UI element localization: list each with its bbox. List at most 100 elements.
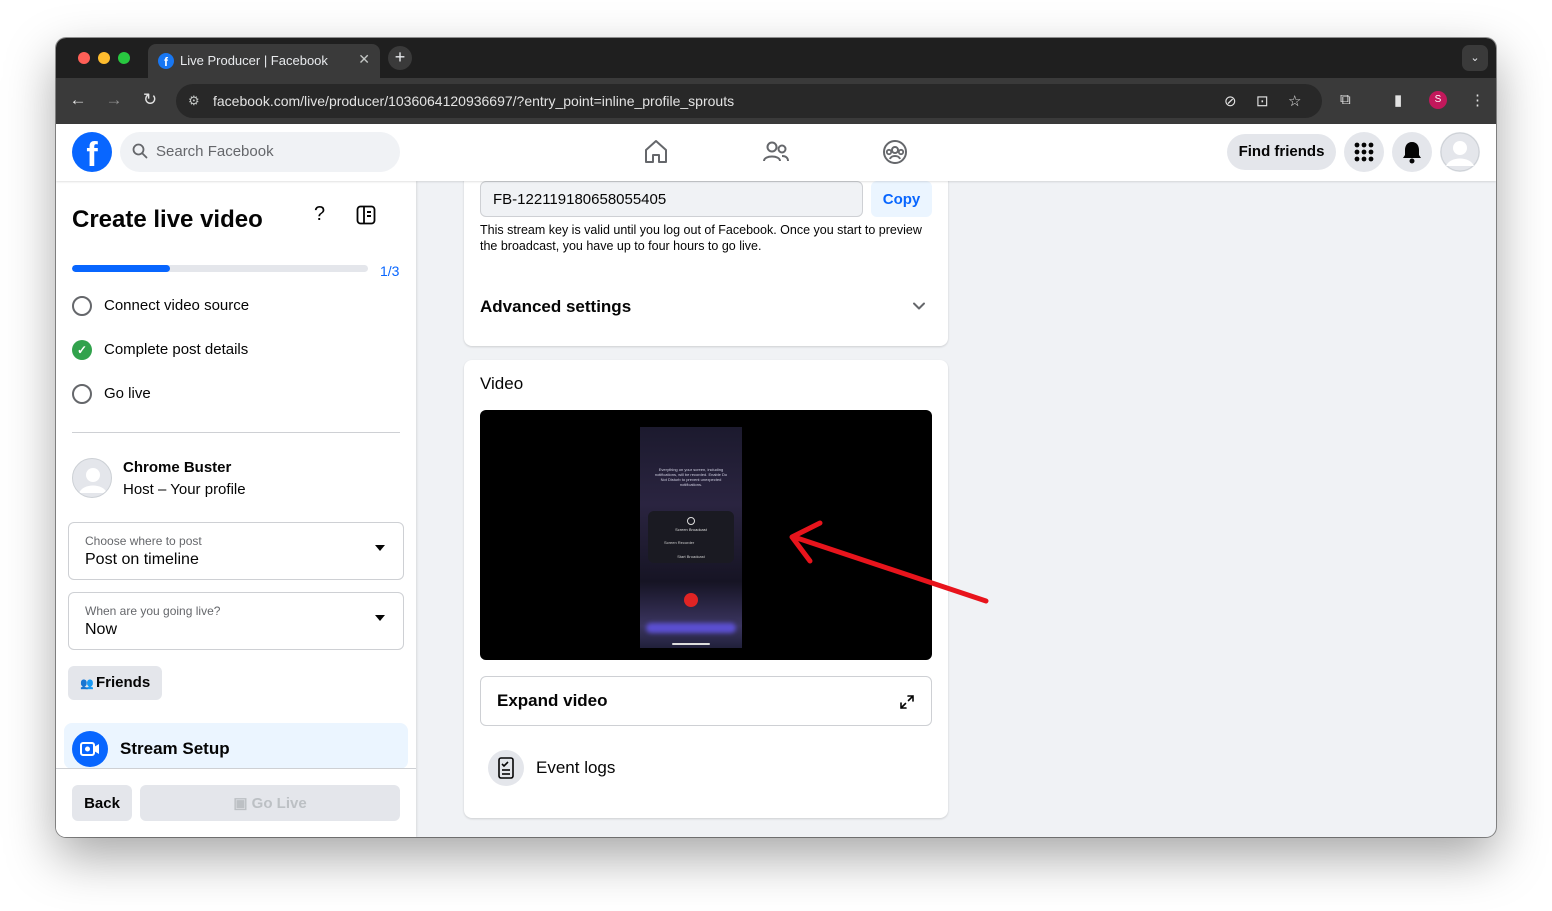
friends-audience-icon: 👥 bbox=[80, 678, 94, 690]
step-incomplete-icon bbox=[72, 296, 92, 316]
expand-video-button[interactable]: Expand video bbox=[480, 676, 932, 726]
event-logs-icon bbox=[488, 750, 524, 786]
address-bar[interactable]: ⚙ facebook.com/live/producer/10360641209… bbox=[176, 84, 1322, 118]
notifications-button[interactable] bbox=[1392, 132, 1432, 172]
stream-key-value: FB-122119180658055405 bbox=[493, 191, 667, 208]
progress-bar bbox=[72, 265, 368, 272]
broadcast-card: Screen Broadcast Screen Recorder Start B… bbox=[648, 511, 734, 563]
collapse-panel-icon[interactable] bbox=[356, 205, 376, 225]
copy-button[interactable]: Copy bbox=[871, 181, 932, 217]
step-label: Complete post details bbox=[104, 341, 249, 358]
friends-icon[interactable] bbox=[761, 137, 791, 167]
event-logs-item[interactable]: Event logs bbox=[488, 750, 688, 786]
groups-icon[interactable] bbox=[880, 137, 910, 167]
advanced-settings-toggle[interactable]: Advanced settings bbox=[480, 297, 631, 317]
bookmark-star-icon[interactable]: ☆ bbox=[1288, 92, 1301, 110]
go-live-time-select[interactable]: When are you going live? Now bbox=[68, 592, 404, 650]
select-value: Post on timeline bbox=[85, 551, 199, 568]
create-live-sidebar: Create live video ? 1/3 Connect video so… bbox=[56, 181, 416, 837]
event-logs-label: Event logs bbox=[536, 758, 616, 777]
step-label: Connect video source bbox=[104, 297, 250, 314]
browser-window: f Live Producer | Facebook ✕ + ⌄ ← → ↻ ⚙… bbox=[56, 38, 1496, 837]
video-camera-icon: ▣ bbox=[233, 795, 248, 812]
install-app-icon[interactable]: ⊡ bbox=[1256, 92, 1269, 110]
expand-video-label: Expand video bbox=[497, 691, 608, 710]
close-window-button[interactable] bbox=[78, 52, 90, 64]
close-tab-icon[interactable]: ✕ bbox=[358, 51, 370, 68]
search-icon bbox=[132, 143, 148, 159]
chrome-profile-avatar[interactable]: S bbox=[1429, 91, 1447, 109]
stream-setup-label: Stream Setup bbox=[120, 739, 230, 758]
facebook-logo[interactable]: f bbox=[72, 132, 112, 172]
preview-text: Everything on your screen, including not… bbox=[654, 467, 728, 487]
video-camera-icon bbox=[72, 731, 108, 767]
stream-key-note: This stream key is valid until you log o… bbox=[480, 223, 922, 253]
forward-arrow-icon[interactable]: → bbox=[103, 90, 125, 110]
url-text: facebook.com/live/producer/1036064120936… bbox=[213, 93, 735, 109]
audience-button[interactable]: 👥 Friends bbox=[68, 666, 162, 700]
minimize-window-button[interactable] bbox=[98, 52, 110, 64]
select-label: When are you going live? bbox=[85, 604, 221, 618]
step-incomplete-icon bbox=[72, 384, 92, 404]
broadcast-card-action: Start Broadcast bbox=[677, 554, 705, 559]
site-settings-icon[interactable]: ⚙ bbox=[188, 93, 200, 109]
stream-setup-item[interactable]: Stream Setup bbox=[64, 723, 408, 769]
reload-icon[interactable]: ↻ bbox=[139, 90, 161, 110]
chrome-menu-icon[interactable]: ⋮ bbox=[1470, 91, 1485, 109]
step-label: Go live bbox=[104, 385, 151, 402]
host-name: Chrome Buster bbox=[123, 459, 232, 476]
person-icon bbox=[79, 468, 107, 493]
notifications-bell-icon bbox=[1403, 142, 1421, 164]
browser-tab[interactable]: f Live Producer | Facebook ✕ bbox=[148, 44, 380, 78]
microphone-icon bbox=[684, 593, 698, 607]
broadcast-card-title: Screen Broadcast bbox=[675, 527, 707, 532]
phone-dock bbox=[646, 623, 736, 633]
browser-toolbar: ← → ↻ ⚙ facebook.com/live/producer/10360… bbox=[56, 78, 1496, 124]
record-icon bbox=[687, 517, 695, 525]
video-title: Video bbox=[480, 374, 524, 393]
search-bar[interactable]: Search Facebook bbox=[120, 132, 400, 172]
side-panel-icon[interactable]: ▮ bbox=[1394, 91, 1402, 109]
divider bbox=[72, 432, 400, 433]
home-indicator bbox=[672, 643, 710, 645]
home-icon[interactable] bbox=[641, 137, 671, 167]
tab-title: Live Producer | Facebook bbox=[180, 53, 328, 68]
broadcast-card-option: Screen Recorder bbox=[664, 540, 695, 545]
go-live-label: Go Live bbox=[251, 795, 307, 812]
camera-blocked-icon[interactable]: ⊘ bbox=[1224, 92, 1237, 110]
menu-grid-icon bbox=[1354, 142, 1374, 162]
tab-strip: f Live Producer | Facebook ✕ + ⌄ bbox=[56, 38, 1496, 78]
post-location-select[interactable]: Choose where to post Post on timeline bbox=[68, 522, 404, 580]
host-role: Host – Your profile bbox=[123, 481, 246, 498]
find-friends-button[interactable]: Find friends bbox=[1227, 134, 1336, 170]
facebook-header: f Search Facebook Find friends bbox=[56, 124, 1496, 181]
profile-avatar[interactable] bbox=[1440, 132, 1480, 172]
chevron-down-icon[interactable] bbox=[912, 299, 926, 313]
caret-down-icon bbox=[375, 615, 385, 621]
caret-down-icon bbox=[375, 545, 385, 551]
sidebar-footer: Back ▣ Go Live bbox=[56, 768, 416, 837]
help-icon[interactable]: ? bbox=[314, 203, 325, 226]
extensions-icon[interactable]: ⧉ bbox=[1340, 91, 1351, 108]
progress-label: 1/3 bbox=[380, 263, 400, 279]
facebook-favicon-icon: f bbox=[158, 53, 174, 69]
phone-screen-preview: Everything on your screen, including not… bbox=[640, 427, 742, 648]
stream-key-field[interactable]: FB-122119180658055405 bbox=[480, 181, 863, 217]
profile-avatar-icon bbox=[1440, 132, 1480, 172]
go-live-button[interactable]: ▣ Go Live bbox=[140, 785, 400, 821]
page-title: Create live video bbox=[72, 206, 263, 233]
audience-label: Friends bbox=[96, 674, 151, 691]
back-arrow-icon[interactable]: ← bbox=[67, 90, 89, 110]
menu-grid-button[interactable] bbox=[1344, 132, 1384, 172]
new-tab-button[interactable]: + bbox=[388, 46, 412, 70]
stream-key-card: FB-122119180658055405 Copy This stream k… bbox=[464, 163, 948, 346]
host-avatar bbox=[72, 458, 112, 498]
progress-fill bbox=[72, 265, 170, 272]
select-value: Now bbox=[85, 621, 118, 638]
tab-search-button[interactable]: ⌄ bbox=[1462, 45, 1488, 71]
maximize-window-button[interactable] bbox=[118, 52, 130, 64]
back-button[interactable]: Back bbox=[72, 785, 132, 821]
expand-icon bbox=[900, 695, 914, 709]
search-placeholder: Search Facebook bbox=[156, 143, 274, 160]
select-label: Choose where to post bbox=[85, 534, 202, 548]
